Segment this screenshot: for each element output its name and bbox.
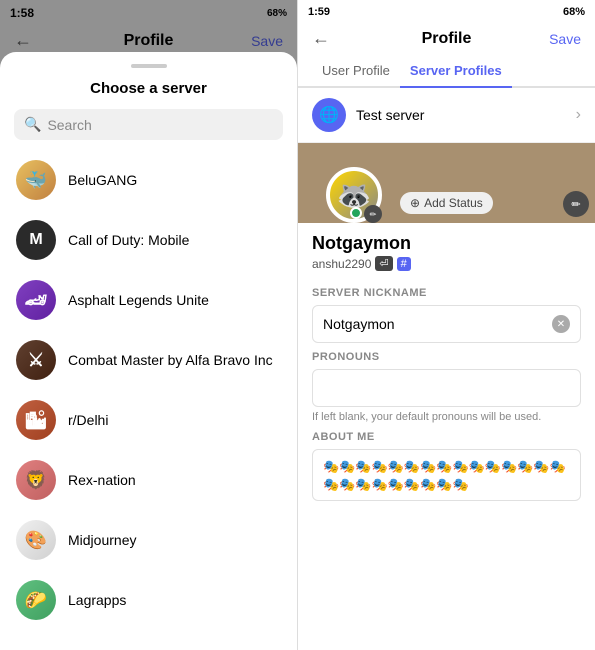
profile-avatar-area: 🦝 ✏ xyxy=(326,167,382,223)
test-server-row[interactable]: 🌐 Test server › xyxy=(298,88,595,143)
right-battery: 68% xyxy=(563,6,585,18)
add-status-label: Add Status xyxy=(424,196,483,210)
online-status-dot xyxy=(350,207,362,219)
server-name-lagrapps: Lagrapps xyxy=(68,592,126,608)
list-item[interactable]: M Call of Duty: Mobile xyxy=(0,210,297,270)
right-status-bar: 1:59 68% xyxy=(298,0,595,22)
list-item[interactable]: 🐳 BeluGANG xyxy=(0,150,297,210)
profile-badge-history: ⏎ xyxy=(375,256,392,271)
right-panel: 1:59 68% ← Profile Save User Profile Ser… xyxy=(298,0,595,650)
modal-title: Choose a server xyxy=(0,80,297,97)
server-name-delhi: r/Delhi xyxy=(68,412,108,428)
right-tab-bar: User Profile Server Profiles xyxy=(298,55,595,88)
modal-handle xyxy=(131,64,167,68)
server-name-midjourney: Midjourney xyxy=(68,532,136,548)
test-server-name: Test server xyxy=(356,107,424,123)
edit-avatar-button[interactable]: ✏ xyxy=(364,205,382,223)
profile-sub-row: anshu2290 ⏎ # xyxy=(312,256,581,271)
add-status-button[interactable]: ⊕ Add Status xyxy=(400,192,493,214)
modal-sheet: Choose a server 🔍 Search 🐳 BeluGANG M Ca… xyxy=(0,52,297,650)
nickname-input[interactable]: Notgaymon ✕ xyxy=(312,305,581,343)
nickname-clear-button[interactable]: ✕ xyxy=(552,315,570,333)
right-time: 1:59 xyxy=(308,6,330,18)
plus-icon: ⊕ xyxy=(410,196,420,210)
search-input[interactable]: Search xyxy=(47,117,91,133)
server-name-cod: Call of Duty: Mobile xyxy=(68,232,189,248)
server-avatar-midjourney: 🎨 xyxy=(16,520,56,560)
pronouns-hint: If left blank, your default pronouns wil… xyxy=(312,411,581,423)
list-item[interactable]: ⚔ Combat Master by Alfa Bravo Inc xyxy=(0,330,297,390)
chevron-right-icon: › xyxy=(576,106,581,124)
server-avatar-delhi: 🏙 xyxy=(16,400,56,440)
test-server-avatar: 🌐 xyxy=(312,98,346,132)
server-avatar-belugang: 🐳 xyxy=(16,160,56,200)
search-icon: 🔍 xyxy=(24,116,41,133)
server-name-asphalt: Asphalt Legends Unite xyxy=(68,292,209,308)
list-item[interactable]: 🏎 Asphalt Legends Unite xyxy=(0,270,297,330)
server-name-belugang: BeluGANG xyxy=(68,172,137,188)
about-me-content: 🎭🎭🎭🎭🎭🎭🎭🎭🎭🎭🎭🎭🎭🎭🎭🎭🎭🎭🎭🎭🎭🎭🎭🎭 xyxy=(323,459,566,492)
profile-username: anshu2290 xyxy=(312,257,371,271)
right-save-button[interactable]: Save xyxy=(549,31,581,47)
modal-overlay: Choose a server 🔍 Search 🐳 BeluGANG M Ca… xyxy=(0,0,297,650)
pronouns-input[interactable] xyxy=(312,369,581,407)
pronouns-label: Pronouns xyxy=(312,351,581,363)
right-page-title: Profile xyxy=(422,30,472,48)
list-item[interactable]: 🎨 Midjourney xyxy=(0,510,297,570)
right-top-nav: ← Profile Save xyxy=(298,22,595,55)
profile-display-name: Notgaymon xyxy=(312,233,581,254)
nickname-label: Server Nickname xyxy=(312,287,581,299)
left-panel: 1:58 68% ← Profile Save User Profile Ser… xyxy=(0,0,298,650)
server-avatar-cod: M xyxy=(16,220,56,260)
server-name-combat: Combat Master by Alfa Bravo Inc xyxy=(68,352,273,368)
server-avatar-combat: ⚔ xyxy=(16,340,56,380)
list-item[interactable]: 🌮 Lagrapps xyxy=(0,570,297,630)
server-search-box[interactable]: 🔍 Search xyxy=(14,109,283,140)
about-me-label: About Me xyxy=(312,431,581,443)
form-section: Server Nickname Notgaymon ✕ Pronouns If … xyxy=(298,279,595,501)
server-list: 🐳 BeluGANG M Call of Duty: Mobile 🏎 Asph… xyxy=(0,150,297,630)
server-avatar-rex: 🦁 xyxy=(16,460,56,500)
right-back-button[interactable]: ← xyxy=(312,28,330,49)
list-item[interactable]: 🦁 Rex-nation xyxy=(0,450,297,510)
about-me-input[interactable]: 🎭🎭🎭🎭🎭🎭🎭🎭🎭🎭🎭🎭🎭🎭🎭🎭🎭🎭🎭🎭🎭🎭🎭🎭 xyxy=(312,449,581,501)
nickname-value: Notgaymon xyxy=(323,316,395,332)
server-avatar-lagrapps: 🌮 xyxy=(16,580,56,620)
server-name-rex: Rex-nation xyxy=(68,472,136,488)
server-avatar-asphalt: 🏎 xyxy=(16,280,56,320)
right-tab-server-profiles[interactable]: Server Profiles xyxy=(400,55,512,88)
profile-badge-nitro: # xyxy=(397,257,411,271)
profile-info: Notgaymon anshu2290 ⏎ # xyxy=(298,229,595,279)
right-tab-user-profile[interactable]: User Profile xyxy=(312,55,400,88)
list-item[interactable]: 🏙 r/Delhi xyxy=(0,390,297,450)
